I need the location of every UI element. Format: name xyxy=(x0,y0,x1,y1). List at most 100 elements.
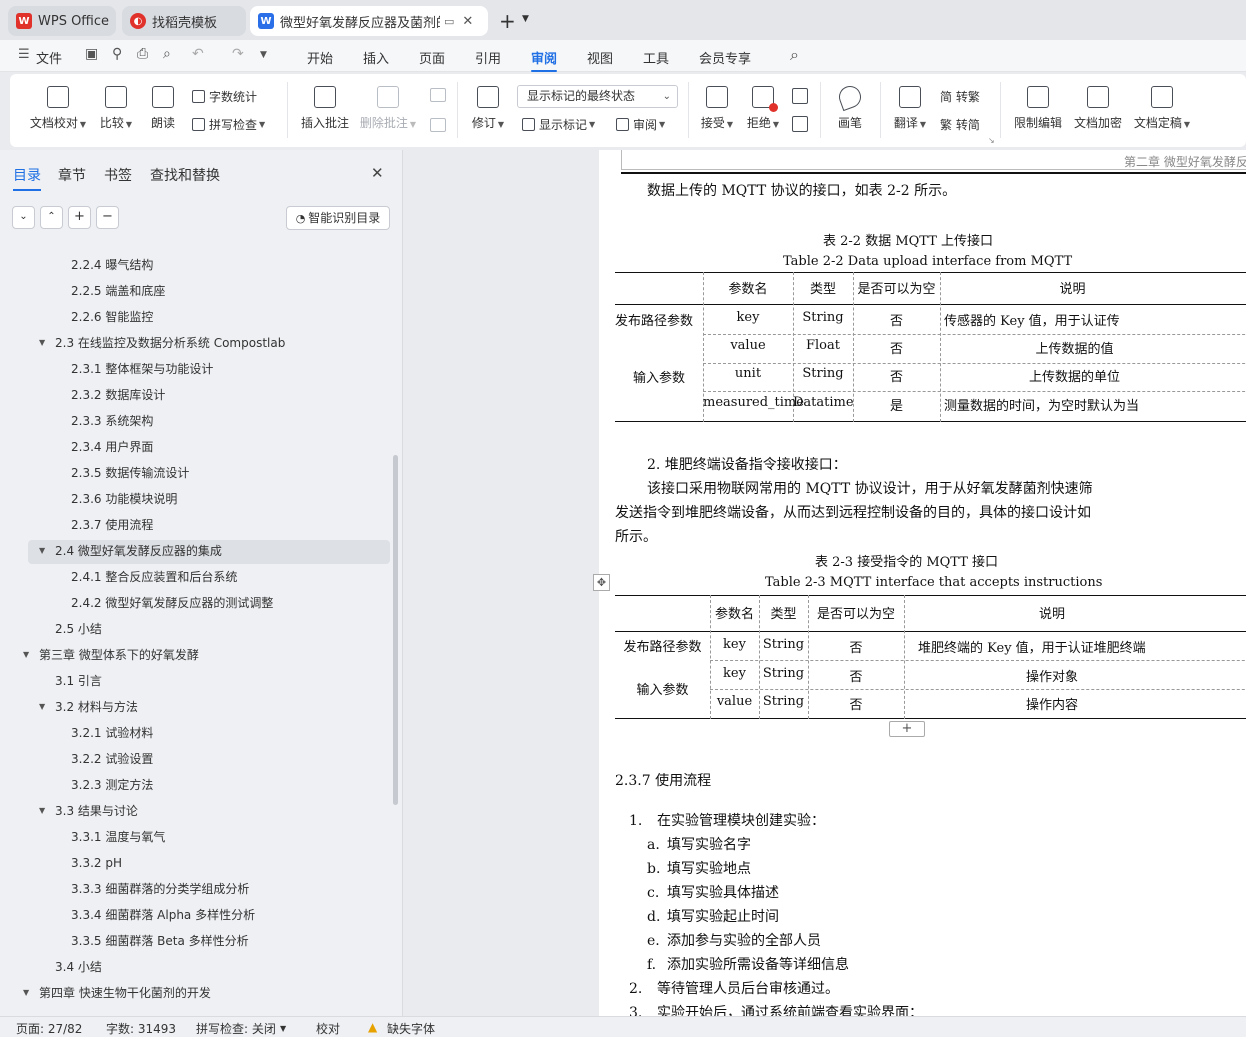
quick-access-chevron-icon[interactable]: ▼ xyxy=(260,50,267,60)
toc-item[interactable]: ▼ 3.2 材料与方法 xyxy=(0,696,390,718)
word-count-button[interactable]: 字数统计 xyxy=(192,88,257,105)
save-icon[interactable]: ▣ xyxy=(85,46,98,62)
table-move-handle-icon[interactable]: ✥ xyxy=(593,574,610,591)
document-page[interactable]: 第二章 微型好氧发酵反 数据上传的 MQTT 协议的接口，如表 2-2 所示。 … xyxy=(593,150,1246,1016)
search-icon[interactable]: ⌕ xyxy=(790,45,799,65)
spell-check-button[interactable]: 拼写检查 ▼ xyxy=(192,116,265,133)
tab-template[interactable]: ◐ 找稻壳模板 xyxy=(122,6,246,36)
reject-button[interactable]: 拒绝 ▼ xyxy=(744,86,782,131)
finalize-doc-button[interactable]: 文档定稿 ▼ xyxy=(1130,86,1194,131)
expand-arrow-icon[interactable]: ▼ xyxy=(39,332,45,354)
toc-item[interactable]: 3.4 小结 xyxy=(0,956,390,978)
menu-tools[interactable]: 工具 xyxy=(643,48,669,67)
collapse-all-button[interactable]: ⌃ xyxy=(40,206,63,229)
toc-item[interactable]: ▼ 2.4 微型好氧发酵反应器的集成 xyxy=(0,540,390,562)
toc-item[interactable]: ▼ 3.3 结果与讨论 xyxy=(0,800,390,822)
toc-item[interactable]: 2.3.5 数据传输流设计 xyxy=(0,462,390,484)
share-icon[interactable]: ⚲ xyxy=(112,46,122,62)
nav-tab-chapters[interactable]: 章节 xyxy=(58,165,86,185)
spell-check-indicator[interactable]: 拼写检查: 关闭 xyxy=(196,1020,276,1037)
toc-item[interactable]: 3.3.1 温度与氧气 xyxy=(0,826,390,848)
toc-item[interactable]: 3.2.1 试验材料 xyxy=(0,722,390,744)
toc-item[interactable]: 3.2.2 试验设置 xyxy=(0,748,390,770)
redo-icon[interactable]: ↷ xyxy=(232,46,244,62)
track-changes-button[interactable]: 修订 ▼ xyxy=(468,86,508,131)
tab-list-chevron-icon[interactable]: ▼ xyxy=(522,14,529,24)
menu-page[interactable]: 页面 xyxy=(419,48,445,67)
delete-comment-button[interactable]: 删除批注 ▼ xyxy=(358,86,418,131)
encrypt-doc-button[interactable]: 文档加密 xyxy=(1070,86,1126,131)
smart-toc-button[interactable]: ◔ 智能识别目录 xyxy=(286,206,390,230)
toc-item[interactable]: 3.3.4 细菌群落 Alpha 多样性分析 xyxy=(0,904,390,926)
nav-tab-find-replace[interactable]: 查找和替换 xyxy=(150,165,220,185)
toc-item[interactable]: ▼ 第三章 微型体系下的好氧发酵 xyxy=(0,644,390,666)
toc-item[interactable]: 2.3.6 功能模块说明 xyxy=(0,488,390,510)
doc-proof-button[interactable]: 文档校对 ▼ xyxy=(28,86,88,131)
menu-membership[interactable]: 会员专享 xyxy=(699,48,751,67)
restrict-editing-button[interactable]: 限制编辑 xyxy=(1010,86,1066,131)
nav-tab-bookmarks[interactable]: 书签 xyxy=(104,165,132,185)
read-aloud-button[interactable]: 朗读 xyxy=(146,86,180,131)
ink-pen-button[interactable]: 画笔 xyxy=(832,82,868,131)
expand-arrow-icon[interactable]: ▼ xyxy=(23,982,29,1004)
page-indicator[interactable]: 页面: 27/82 xyxy=(16,1020,82,1037)
menu-file[interactable]: 文件 xyxy=(36,48,62,67)
chevron-down-icon[interactable]: ▼ xyxy=(280,1024,286,1033)
toc-item[interactable]: 3.3.3 细菌群落的分类学组成分析 xyxy=(0,878,390,900)
insert-comment-button[interactable]: 插入批注 xyxy=(298,86,352,131)
dialog-launcher-icon[interactable]: ↘ xyxy=(988,136,995,145)
toc-item[interactable]: ▼ 第四章 快速生物干化菌剂的开发 xyxy=(0,982,390,1004)
expand-arrow-icon[interactable]: ▼ xyxy=(23,644,29,666)
toc-item[interactable]: 2.3.1 整体框架与功能设计 xyxy=(0,358,390,380)
toc-item[interactable]: 2.3.4 用户界面 xyxy=(0,436,390,458)
print-preview-icon[interactable]: ⌕ xyxy=(163,46,171,62)
menu-insert[interactable]: 插入 xyxy=(363,48,389,67)
previous-change-icon[interactable] xyxy=(792,88,808,104)
nav-tab-toc[interactable]: 目录 xyxy=(13,165,41,191)
previous-comment-icon[interactable] xyxy=(430,88,446,102)
toc-item[interactable]: ▼ 2.3 在线监控及数据分析系统 Compostlab xyxy=(0,332,390,354)
translate-button[interactable]: 翻译 ▼ xyxy=(890,86,930,131)
expand-arrow-icon[interactable]: ▼ xyxy=(39,800,45,822)
toc-scrollbar[interactable] xyxy=(393,455,398,805)
toc-item[interactable]: 2.4.1 整合反应装置和后台系统 xyxy=(0,566,390,588)
undo-icon[interactable]: ↶ xyxy=(192,46,204,62)
show-markup-button[interactable]: 显示标记 ▼ xyxy=(522,116,595,133)
expand-arrow-icon[interactable]: ▼ xyxy=(39,540,45,562)
to-traditional-button[interactable]: 简 转繁 xyxy=(940,88,980,105)
to-simplified-button[interactable]: 繁 转简 xyxy=(940,116,980,133)
hamburger-icon[interactable]: ☰ xyxy=(18,47,30,62)
next-comment-icon[interactable] xyxy=(430,118,446,132)
toc-item[interactable]: 3.1 引言 xyxy=(0,670,390,692)
toc-item[interactable]: 3.2.3 测定方法 xyxy=(0,774,390,796)
toc-item[interactable]: 2.3.3 系统架构 xyxy=(0,410,390,432)
close-pane-icon[interactable]: ✕ xyxy=(371,164,384,182)
expand-arrow-icon[interactable]: ▼ xyxy=(39,696,45,718)
toc-item[interactable]: 3.3.5 细菌群落 Beta 多样性分析 xyxy=(0,930,390,952)
toc-item[interactable]: 2.3.7 使用流程 xyxy=(0,514,390,536)
close-tab-icon[interactable]: ✕ xyxy=(462,14,473,29)
toc-item[interactable]: 2.2.4 曝气结构 xyxy=(0,254,390,276)
review-pane-button[interactable]: 审阅 ▼ xyxy=(616,116,665,133)
toc-item[interactable]: 2.2.5 端盖和底座 xyxy=(0,280,390,302)
toc-item[interactable]: 2.5 小结 xyxy=(0,618,390,640)
word-count-indicator[interactable]: 字数: 31493 xyxy=(106,1020,176,1037)
tab-wps-office[interactable]: W WPS Office xyxy=(8,6,116,36)
menu-home[interactable]: 开始 xyxy=(307,48,333,67)
menu-references[interactable]: 引用 xyxy=(475,48,501,67)
tab-document[interactable]: W 微型好氧发酵反应器及菌剂的 ▭ ✕ xyxy=(250,6,488,36)
new-tab-icon[interactable]: + xyxy=(499,9,516,33)
compare-button[interactable]: 比较 ▼ xyxy=(96,86,136,131)
missing-font-indicator[interactable]: 缺失字体 xyxy=(387,1020,435,1037)
add-heading-button[interactable]: + xyxy=(68,206,91,229)
toc-item[interactable]: 2.2.6 智能监控 xyxy=(0,306,390,328)
markup-state-select[interactable]: 显示标记的最终状态 ⌄ xyxy=(517,85,678,108)
expand-all-button[interactable]: ⌄ xyxy=(12,206,35,229)
print-icon[interactable]: ⎙ xyxy=(137,46,148,62)
accept-button[interactable]: 接受 ▼ xyxy=(698,86,736,131)
menu-review[interactable]: 审阅 xyxy=(531,48,558,72)
proof-indicator[interactable]: 校对 xyxy=(316,1020,340,1037)
next-change-icon[interactable] xyxy=(792,116,808,132)
toc-item[interactable]: 2.3.2 数据库设计 xyxy=(0,384,390,406)
add-table-row-button[interactable]: + xyxy=(889,721,925,737)
